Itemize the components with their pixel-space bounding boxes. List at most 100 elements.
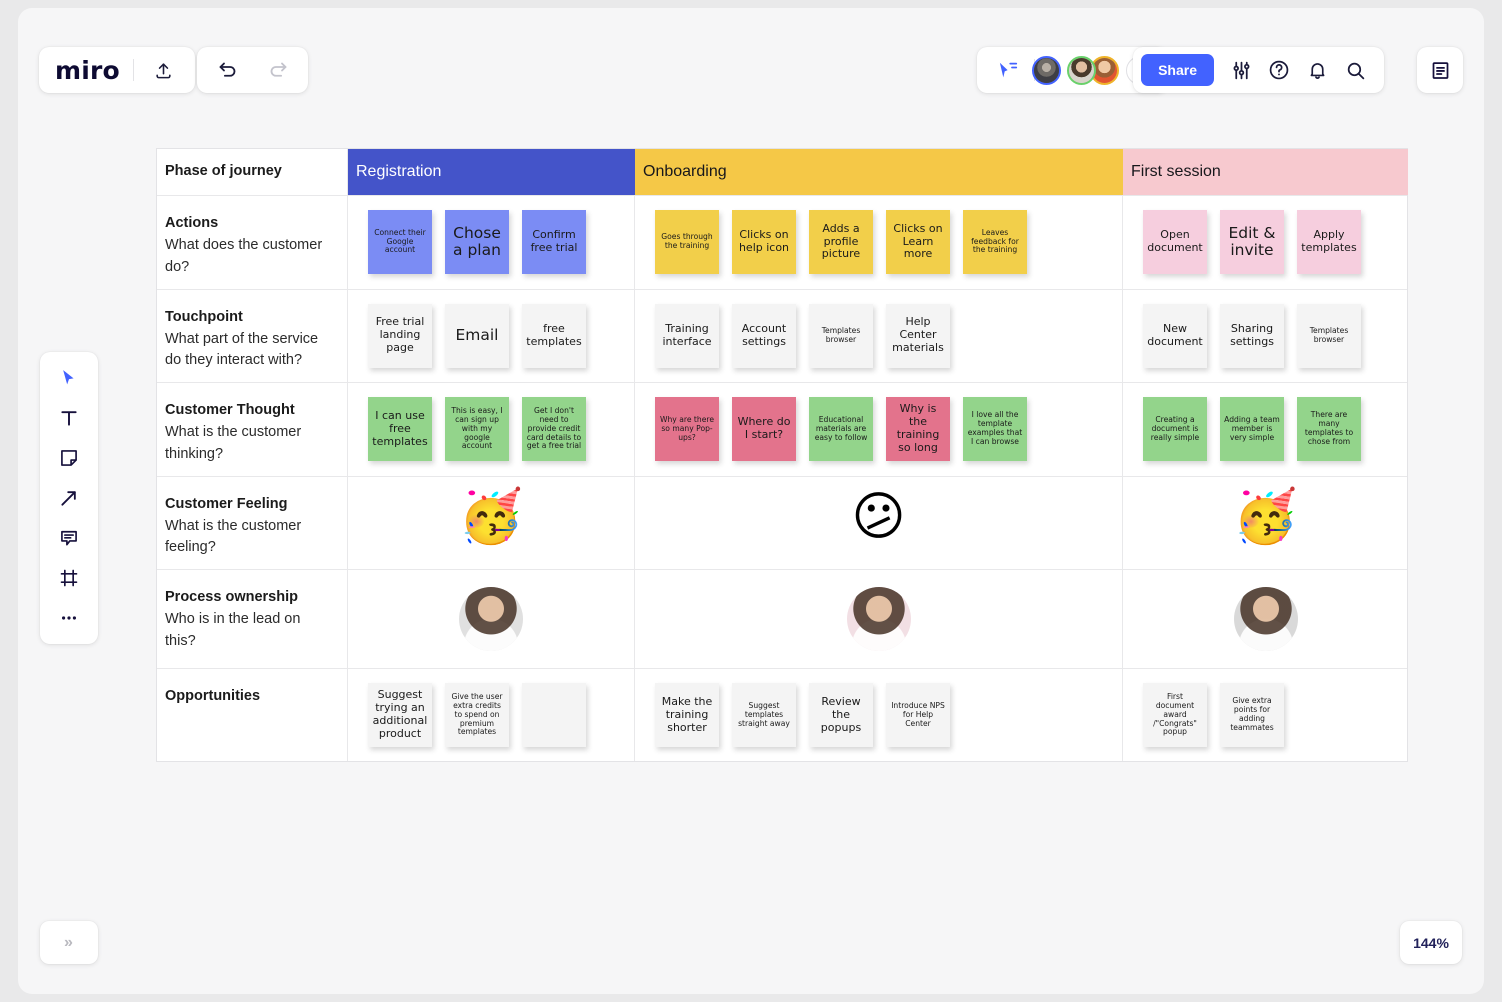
sticky-note-group: Free trial landing page Email free templat… <box>348 290 586 382</box>
sticky-note[interactable]: Chose a plan <box>445 210 509 274</box>
avatar[interactable] <box>1067 55 1096 85</box>
logo-group: miro <box>39 47 195 93</box>
search-icon[interactable] <box>1338 53 1372 87</box>
sticky-note[interactable]: There are many templates to chose from <box>1297 397 1361 462</box>
row-label: Customer Thought What is the customer thi… <box>157 383 348 476</box>
row-label: Touchpoint What part of the service do th… <box>157 289 348 383</box>
sliders-icon[interactable] <box>1224 53 1258 87</box>
sticky-note[interactable]: Sharing settings <box>1220 303 1284 368</box>
sticky-note[interactable]: Suggest trying an additional product <box>368 683 432 748</box>
board-cell <box>635 570 1123 669</box>
bell-icon[interactable] <box>1300 53 1334 87</box>
text-tool[interactable] <box>49 401 89 435</box>
avatar-image <box>1069 57 1094 83</box>
sticky-note[interactable] <box>522 683 586 748</box>
board-cell: Connect their Google account Chose a plan… <box>348 196 635 289</box>
more-tools[interactable] <box>49 601 89 635</box>
sticky-note-tool[interactable] <box>49 441 89 475</box>
sticky-note[interactable]: Introduce NPS for Help Center <box>886 683 950 748</box>
sticky-note[interactable]: I can use free templates <box>368 397 432 462</box>
phase-header-1[interactable]: Registration <box>348 149 635 195</box>
sticky-note[interactable]: Why are there so many Pop-ups? <box>655 397 719 462</box>
panel-icon[interactable] <box>1423 53 1457 87</box>
sticky-note[interactable]: This is easy, I can sign up with my goog… <box>445 397 509 462</box>
sticky-note-group: Goes through the training Clicks on help … <box>635 196 1027 288</box>
undo-icon[interactable] <box>210 53 244 87</box>
sticky-note[interactable]: Review the popups <box>809 683 873 748</box>
sticky-note[interactable]: First document award /"Congrats" popup <box>1143 683 1207 748</box>
upload-icon[interactable] <box>147 53 181 87</box>
board-cell: First document award /"Congrats" popup Gi… <box>1123 669 1408 761</box>
board-row: Customer Feeling What is the customer fee… <box>157 476 1408 571</box>
panel-group <box>1417 47 1463 93</box>
frame-tool[interactable] <box>49 561 89 595</box>
sticky-note[interactable]: Account settings <box>732 303 796 368</box>
sticky-note[interactable]: Help Center materials <box>886 303 950 368</box>
sticky-note[interactable]: Adds a profile picture <box>809 210 873 274</box>
sticky-note[interactable]: Templates browser <box>809 303 873 368</box>
select-tool[interactable] <box>49 361 89 395</box>
redo-icon[interactable] <box>261 53 295 87</box>
sticky-note[interactable]: Email <box>445 303 509 368</box>
row-label: Actions What does the customer do? <box>157 196 348 289</box>
share-button[interactable]: Share <box>1141 54 1214 86</box>
arrow-tool[interactable] <box>49 481 89 515</box>
sticky-note[interactable]: Training interface <box>655 303 719 368</box>
sticky-note-group: Make the training shorter Suggest templat… <box>635 669 950 761</box>
avatar[interactable] <box>1032 55 1061 85</box>
collapse-panel-button[interactable]: » <box>40 921 98 964</box>
row-subtitle: What does the customer do? <box>165 237 323 275</box>
sticky-note[interactable]: Goes through the training <box>655 210 719 274</box>
phase-header-2[interactable]: Onboarding <box>635 149 1123 195</box>
board-cell: 😕 <box>635 476 1123 570</box>
board-header-row: Phase of journey Registration Onboarding Fi… <box>157 149 1408 196</box>
sticky-note[interactable]: Confirm free trial <box>522 210 586 274</box>
emoji-cell: 🥳 <box>1123 477 1408 557</box>
confused-face-emoji[interactable]: 😕 <box>851 491 905 543</box>
row-label: Process ownership Who is in the lead on t… <box>157 570 348 669</box>
owner-cell <box>348 570 634 668</box>
sticky-note[interactable]: Connect their Google account <box>368 210 432 274</box>
sticky-note[interactable]: Make the training shorter <box>655 683 719 748</box>
cursor-share-icon[interactable] <box>991 53 1025 87</box>
sticky-note[interactable]: Get I don't need to provide credit card … <box>522 397 586 462</box>
board-cell <box>1123 570 1408 668</box>
sticky-note-group: Open document Edit & invite Apply template… <box>1123 196 1361 288</box>
sticky-note[interactable]: Edit & invite <box>1220 210 1284 274</box>
board-cell <box>348 570 635 669</box>
sticky-note[interactable]: Where do I start? <box>732 397 796 462</box>
avatar-image <box>459 587 523 652</box>
board-row: Process ownership Who is in the lead on t… <box>157 570 1408 670</box>
sticky-note[interactable]: Leaves feedback for the training <box>963 210 1027 274</box>
sticky-note[interactable]: Give extra points for adding teammates <box>1220 683 1284 748</box>
sticky-note-group: First document award /"Congrats" popup Gi… <box>1123 669 1284 761</box>
sticky-note[interactable]: Why is the training so long <box>886 397 950 462</box>
sticky-note[interactable]: Educational materials are easy to follow <box>809 397 873 462</box>
zoom-level-button[interactable]: 144% <box>1400 921 1462 964</box>
sticky-note[interactable]: Apply templates <box>1297 210 1361 274</box>
owner-avatar-onboarding[interactable] <box>846 587 911 652</box>
row-title: Opportunities <box>165 688 261 705</box>
owner-avatar-first-session[interactable] <box>1233 587 1298 652</box>
sticky-note[interactable]: Give the user extra credits to spend on … <box>445 683 509 748</box>
party-face-emoji[interactable]: 🥳 <box>1233 491 1298 543</box>
row-subtitle: What is the customer feeling? <box>165 517 302 556</box>
sticky-note[interactable]: Clicks on help icon <box>732 210 796 274</box>
party-face-emoji[interactable]: 🥳 <box>459 491 524 543</box>
miro-logo[interactable]: miro <box>55 56 120 85</box>
comment-tool[interactable] <box>49 521 89 555</box>
sticky-note[interactable]: Free trial landing page <box>368 303 432 368</box>
sticky-note[interactable]: I love all the template examples that I … <box>963 397 1027 462</box>
sticky-note[interactable]: Adding a team member is very simple <box>1220 397 1284 462</box>
sticky-note[interactable]: Clicks on Learn more <box>886 210 950 274</box>
help-icon[interactable] <box>1262 53 1296 87</box>
sticky-note[interactable]: Open document <box>1143 210 1207 274</box>
sticky-note[interactable]: free templates <box>522 303 586 368</box>
sticky-note[interactable]: Templates browser <box>1297 303 1361 368</box>
owner-avatar-registration[interactable] <box>459 587 523 652</box>
avatar-image <box>1034 57 1059 83</box>
sticky-note[interactable]: Creating a document is really simple <box>1143 397 1207 462</box>
sticky-note[interactable]: Suggest templates straight away <box>732 683 796 748</box>
phase-header-3[interactable]: First session <box>1123 149 1408 195</box>
sticky-note[interactable]: New document <box>1143 303 1207 368</box>
